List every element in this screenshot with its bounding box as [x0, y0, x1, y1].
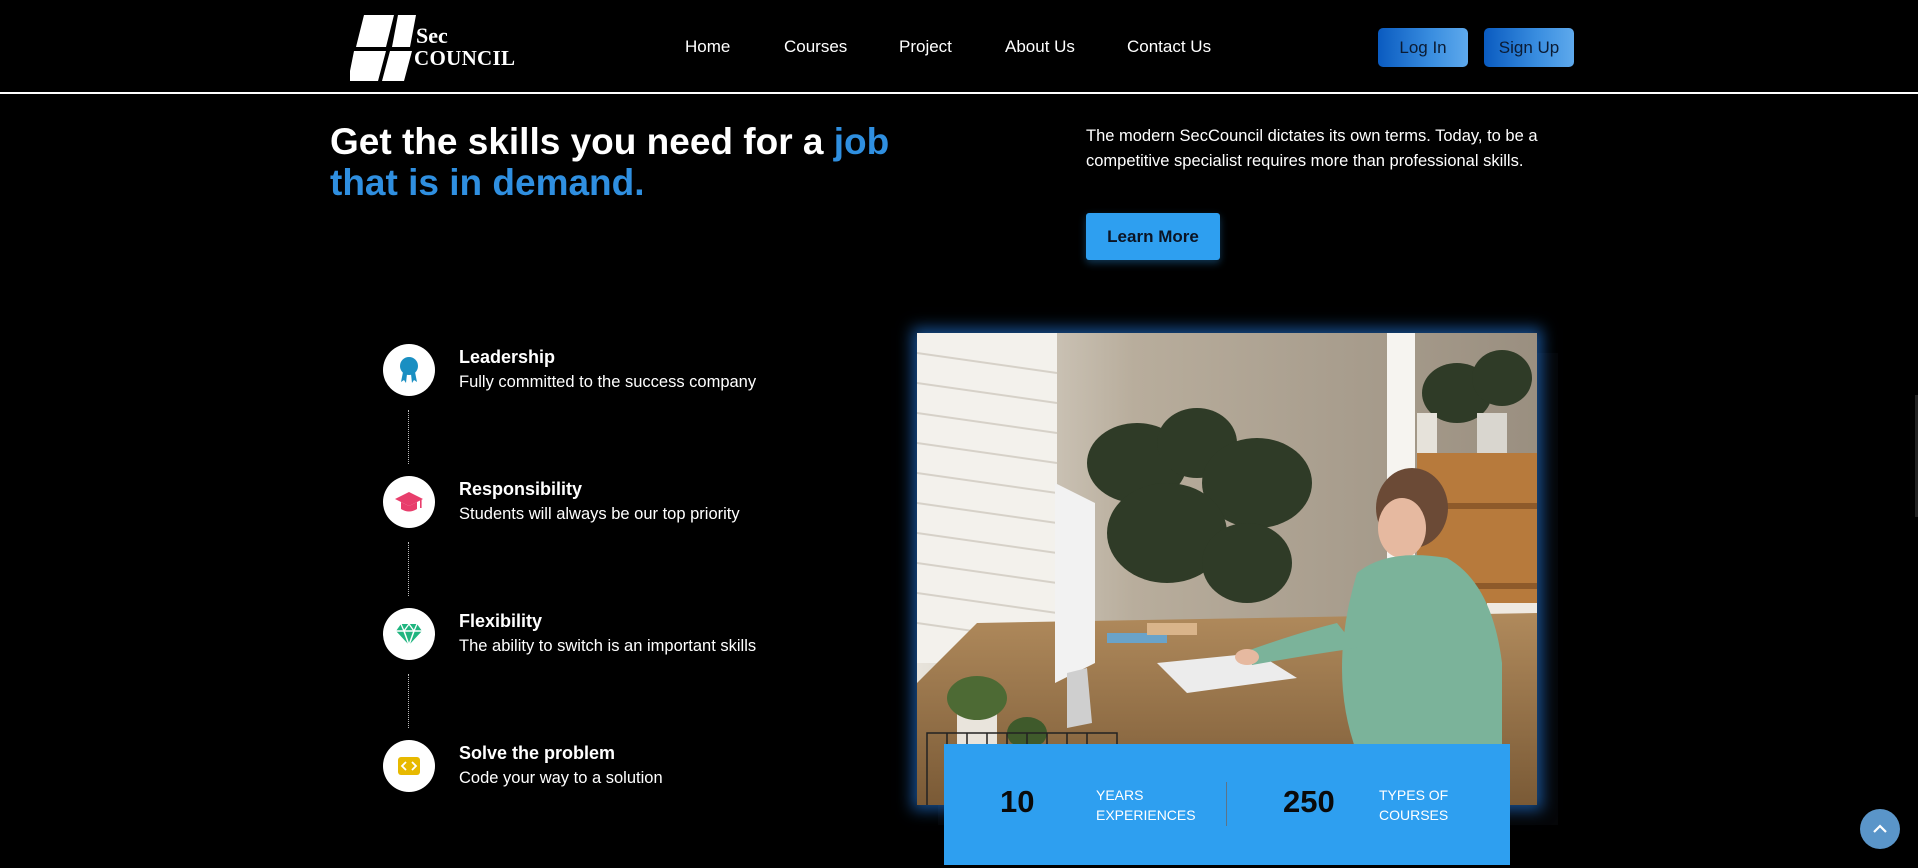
diamond-icon: [396, 622, 422, 646]
nav-contact-us[interactable]: Contact Us: [1127, 37, 1211, 57]
feature-description: Fully committed to the success company: [459, 373, 757, 391]
feature-flexibility: Flexibility The ability to switch is an …: [383, 608, 903, 662]
site-header: Sec COUNCIL Home Courses Project About U…: [0, 0, 1918, 94]
stat-number: 250: [1283, 784, 1335, 819]
feature-icon-circle: [383, 344, 435, 396]
signup-button[interactable]: Sign Up: [1484, 28, 1574, 67]
feature-icon-circle: [383, 740, 435, 792]
logo-mark-icon: [350, 15, 416, 81]
feature-title: Leadership: [459, 347, 556, 367]
feature-title: Responsibility: [459, 479, 583, 499]
stats-panel: 10 YEARS EXPERIENCES 250 TYPES OF COURSE…: [944, 744, 1510, 865]
stat-label: YEARS EXPERIENCES: [1096, 787, 1196, 823]
feature-responsibility: Responsibility Students will always be o…: [383, 476, 903, 530]
feature-connector: [408, 542, 409, 596]
seccouncil-logo[interactable]: Sec COUNCIL: [350, 13, 520, 83]
hero-title-plain: Get the skills you need for a: [330, 121, 834, 162]
feature-icon-circle: [383, 608, 435, 660]
logo-line-1: Sec: [416, 23, 448, 48]
nav-home[interactable]: Home: [685, 37, 730, 57]
feature-description: The ability to switch is an important sk…: [459, 637, 757, 655]
login-button[interactable]: Log In: [1378, 28, 1468, 67]
feature-title: Solve the problem: [459, 743, 616, 763]
feature-description: Students will always be our top priority: [459, 505, 740, 523]
chevron-up-icon: [1873, 824, 1887, 833]
feature-connector: [408, 674, 409, 728]
stat-label: TYPES OF COURSES: [1379, 787, 1449, 823]
hero-description: The modern SecCouncil dictates its own t…: [1086, 127, 1538, 170]
hero-photo: [917, 333, 1537, 805]
feature-icon-circle: [383, 476, 435, 528]
feature-title: Flexibility: [459, 611, 543, 631]
award-icon: [400, 357, 418, 383]
nav-project[interactable]: Project: [899, 37, 952, 57]
learn-more-button[interactable]: Learn More: [1086, 213, 1220, 260]
feature-connector: [408, 410, 409, 464]
scroll-to-top-button[interactable]: [1860, 809, 1900, 849]
logo-line-2: COUNCIL: [414, 46, 516, 70]
nav-about-us[interactable]: About Us: [1005, 37, 1075, 57]
photo-illustration: [917, 333, 1537, 805]
hero-title: Get the skills you need for a job that i…: [330, 121, 930, 203]
graduation-cap-icon: [395, 492, 423, 512]
feature-description: Code your way to a solution: [459, 769, 663, 787]
feature-leadership: Leadership Fully committed to the succes…: [383, 344, 903, 398]
stat-divider: [1226, 782, 1227, 826]
code-icon: [398, 757, 420, 775]
logo-text: Sec COUNCIL: [414, 23, 516, 70]
feature-solve-the-problem: Solve the problem Code your way to a sol…: [383, 740, 903, 794]
stat-number: 10: [1000, 784, 1035, 819]
nav-courses[interactable]: Courses: [784, 37, 847, 57]
